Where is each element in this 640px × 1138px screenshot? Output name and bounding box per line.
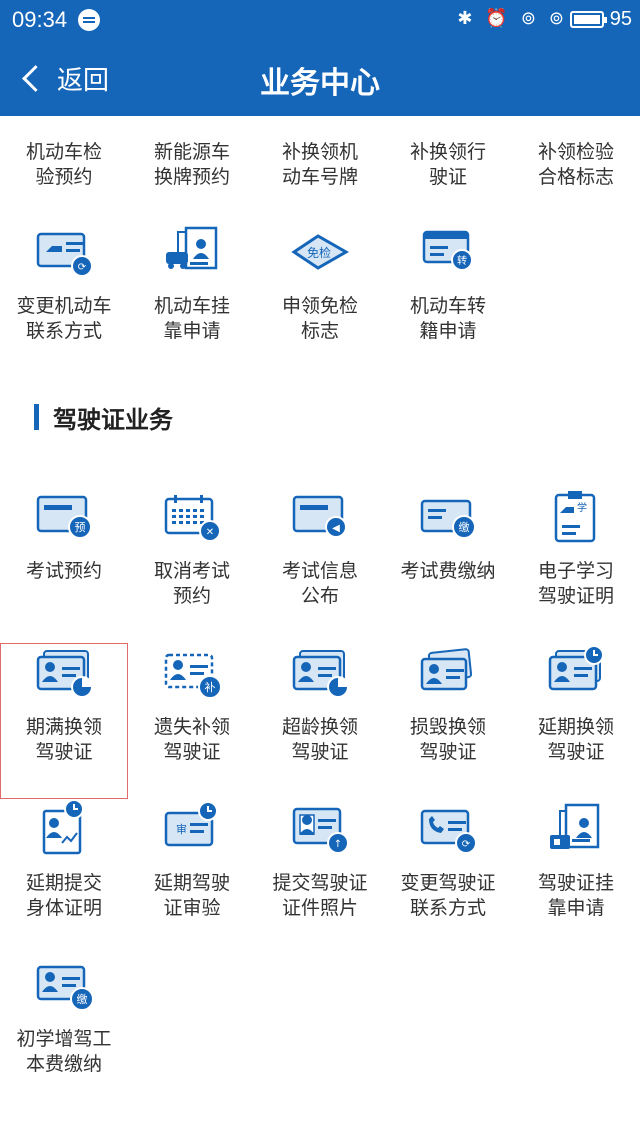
service-label: 变更机动车 联系方式 bbox=[16, 295, 112, 342]
battery-icon bbox=[570, 11, 607, 28]
license-services-grid: 预考试预约 ✕ 取消考试 预约 ◀ 考试信息 公布缴考试费缴纳学电子学习 驾驶证明 期满换… bbox=[0, 487, 640, 1111]
service-item[interactable]: 缴考试费缴纳 bbox=[384, 487, 512, 643]
svg-text:↑: ↑ bbox=[334, 839, 342, 850]
service-label: 申领免检 标志 bbox=[281, 295, 358, 342]
service-item[interactable]: 损毁换领 驾驶证 bbox=[384, 643, 512, 799]
service-item[interactable]: ✕ 取消考试 预约 bbox=[128, 487, 256, 643]
service-item[interactable]: 机动车挂 靠申请 bbox=[128, 222, 256, 364]
service-label: 机动车挂 靠申请 bbox=[153, 295, 230, 342]
license-age-icon bbox=[288, 643, 352, 707]
service-item[interactable]: 延期提交 身体证明 bbox=[0, 799, 128, 955]
car-document-icon bbox=[160, 222, 224, 286]
service-label: 提交驾驶证 证件照片 bbox=[272, 872, 368, 919]
card-announce-icon: ◀ bbox=[288, 487, 352, 551]
clipboard-learn-icon: 学 bbox=[544, 487, 608, 551]
service-label: 电子学习 驾驶证明 bbox=[537, 560, 614, 607]
service-item[interactable]: 机动车检 验预约 bbox=[0, 116, 128, 206]
license-expire-icon bbox=[32, 643, 96, 707]
service-item[interactable]: ◀ 考试信息 公布 bbox=[256, 487, 384, 643]
service-label: 驾驶证挂 靠申请 bbox=[537, 872, 614, 919]
service-label: 考试费缴纳 bbox=[400, 560, 496, 582]
svg-text:转: 转 bbox=[457, 254, 467, 267]
license-document-icon bbox=[544, 799, 608, 863]
service-label: 延期换领 驾驶证 bbox=[537, 716, 614, 763]
service-label: 初学增驾工 本费缴纳 bbox=[16, 1028, 112, 1075]
service-item[interactable]: 预考试预约 bbox=[0, 487, 128, 643]
service-label: 补换领机 动车号牌 bbox=[281, 141, 358, 188]
service-item[interactable]: ⟳ 变更驾驶证 联系方式 bbox=[384, 799, 512, 955]
svg-text:⟳: ⟳ bbox=[462, 839, 471, 850]
service-item[interactable]: ⟳ 变更机动车 联系方式 bbox=[0, 222, 128, 364]
svg-text:免检: 免检 bbox=[307, 245, 331, 260]
svg-text:✕: ✕ bbox=[206, 527, 214, 538]
service-label: 补换领行 驶证 bbox=[409, 141, 486, 188]
license-delay-icon bbox=[544, 643, 608, 707]
service-label: 延期驾驶 证审验 bbox=[153, 872, 230, 919]
header-bar: 返回 业务中心 bbox=[0, 40, 640, 116]
status-icons: ✱ ⏰ ⊚ ⊚ bbox=[457, 8, 568, 28]
card-payment-icon: 缴 bbox=[416, 487, 480, 551]
license-lost-icon: 补 bbox=[160, 643, 224, 707]
card-booking-icon: 预 bbox=[32, 487, 96, 551]
service-item[interactable]: 补领检验 合格标志 bbox=[512, 116, 640, 206]
service-item[interactable]: 超龄换领 驾驶证 bbox=[256, 643, 384, 799]
svg-text:审: 审 bbox=[176, 822, 187, 836]
service-label: 考试预约 bbox=[25, 560, 102, 582]
service-item[interactable]: 驾驶证挂 靠申请 bbox=[512, 799, 640, 955]
service-item[interactable]: 转机动车转 籍申请 bbox=[384, 222, 512, 364]
service-item[interactable]: ↑ 提交驾驶证 证件照片 bbox=[256, 799, 384, 955]
service-label: 延期提交 身体证明 bbox=[25, 872, 102, 919]
svg-text:缴: 缴 bbox=[459, 520, 470, 534]
page-title: 业务中心 bbox=[260, 66, 380, 101]
status-time: 09:34 bbox=[12, 7, 68, 32]
section-header-license: 驾驶证业务 bbox=[34, 400, 173, 434]
status-bar: 09:34 ✱ ⏰ ⊚ ⊚ 95 bbox=[0, 0, 640, 40]
svg-text:⟳: ⟳ bbox=[78, 262, 87, 273]
phone-card-refresh-icon: ⟳ bbox=[416, 799, 480, 863]
service-label: 变更驾驶证 联系方式 bbox=[400, 872, 496, 919]
exempt-badge-icon: 免检 bbox=[288, 222, 352, 286]
section-accent-bar bbox=[34, 404, 39, 430]
section-title: 驾驶证业务 bbox=[53, 405, 173, 434]
svg-text:预: 预 bbox=[75, 521, 86, 534]
health-report-icon bbox=[32, 799, 96, 863]
service-label: 损毁换领 驾驶证 bbox=[409, 716, 486, 763]
service-item[interactable]: 学电子学习 驾驶证明 bbox=[512, 487, 640, 643]
battery-percent: 95 bbox=[609, 8, 632, 30]
service-item[interactable]: 期满换领 驾驶证 bbox=[0, 643, 128, 799]
svg-text:学: 学 bbox=[577, 501, 587, 514]
service-item[interactable]: 补遗失补领 驾驶证 bbox=[128, 643, 256, 799]
photo-upload-icon: ↑ bbox=[288, 799, 352, 863]
service-item[interactable]: 审延期驾驶 证审验 bbox=[128, 799, 256, 955]
license-audit-icon: 审 bbox=[160, 799, 224, 863]
svg-text:补: 补 bbox=[205, 681, 216, 694]
calendar-cancel-icon: ✕ bbox=[160, 487, 224, 551]
service-label: 新能源车 换牌预约 bbox=[153, 141, 230, 188]
service-item[interactable]: 延期换领 驾驶证 bbox=[512, 643, 640, 799]
service-item[interactable]: 补换领行 驶证 bbox=[384, 116, 512, 206]
service-label: 补领检验 合格标志 bbox=[537, 141, 614, 188]
svg-text:◀: ◀ bbox=[332, 523, 340, 534]
card-transfer-icon: 转 bbox=[416, 222, 480, 286]
service-label: 取消考试 预约 bbox=[153, 560, 230, 607]
service-label: 考试信息 公布 bbox=[281, 560, 358, 607]
service-label: 遗失补领 驾驶证 bbox=[153, 716, 230, 763]
license-payment-icon: 缴 bbox=[32, 955, 96, 1019]
service-label: 期满换领 驾驶证 bbox=[25, 716, 102, 763]
service-item[interactable]: 补换领机 动车号牌 bbox=[256, 116, 384, 206]
vehicle-services-grid: ⟳ 变更机动车 联系方式 机动车挂 靠申请 免检 申领免检 标志转机动车转 籍申请 bbox=[0, 222, 640, 364]
service-label: 机动车转 籍申请 bbox=[409, 295, 486, 342]
svg-text:缴: 缴 bbox=[77, 992, 88, 1006]
license-damaged-icon bbox=[416, 643, 480, 707]
service-label: 机动车检 验预约 bbox=[25, 141, 102, 188]
message-icon bbox=[78, 9, 100, 31]
vehicle-services-partial-grid: 机动车检 验预约 新能源车 换牌预约 补换领机 动车号牌 补换领行 驶证 补领检验 合格… bbox=[0, 116, 640, 206]
car-card-refresh-icon: ⟳ bbox=[32, 222, 96, 286]
service-item[interactable]: 免检 申领免检 标志 bbox=[256, 222, 384, 364]
service-label: 超龄换领 驾驶证 bbox=[281, 716, 358, 763]
service-item[interactable]: 缴初学增驾工 本费缴纳 bbox=[0, 955, 128, 1111]
service-item[interactable]: 新能源车 换牌预约 bbox=[128, 116, 256, 206]
